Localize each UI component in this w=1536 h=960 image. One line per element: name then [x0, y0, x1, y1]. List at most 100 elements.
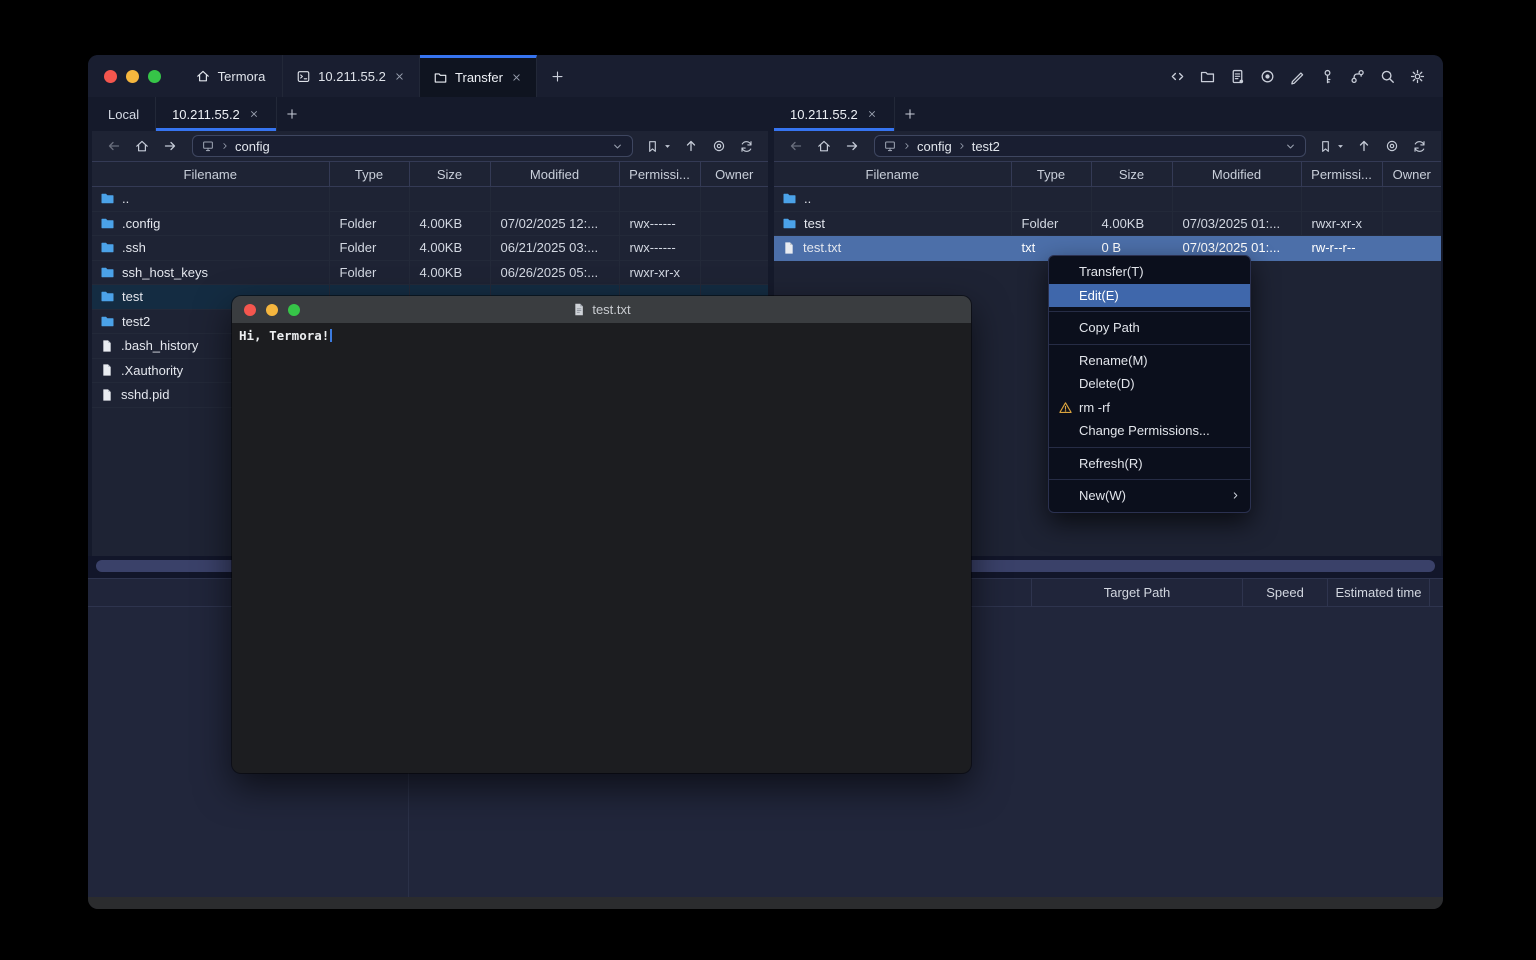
tab-remote-host[interactable]: 10.211.55.2: [774, 97, 895, 131]
tab-close-icon[interactable]: [248, 108, 260, 120]
refresh-button[interactable]: [733, 139, 760, 154]
refresh-button[interactable]: [1406, 139, 1433, 154]
show-hidden-button[interactable]: [1378, 138, 1406, 154]
folder-icon: [433, 70, 448, 85]
tab-termora[interactable]: Termora: [178, 55, 283, 97]
breadcrumb-segment[interactable]: config: [235, 139, 270, 154]
forward-button[interactable]: [156, 138, 184, 154]
column-header-size[interactable]: Size: [1091, 162, 1172, 187]
terminal-icon: [296, 69, 311, 84]
code-icon[interactable]: [1169, 68, 1186, 85]
column-header-owner[interactable]: Owner: [1382, 162, 1441, 187]
column-header-permissions[interactable]: Permissi...: [1301, 162, 1382, 187]
tab-local[interactable]: Local: [92, 97, 156, 131]
menu-separator: [1049, 344, 1250, 345]
breadcrumb-segment[interactable]: test2: [972, 139, 1000, 154]
right-file-table: Filename Type Size Modified Permissi... …: [774, 161, 1441, 261]
menu-item-new[interactable]: New(W): [1049, 484, 1250, 508]
record-icon[interactable]: [1259, 68, 1276, 85]
editor-close-button[interactable]: [244, 304, 256, 316]
path-dropdown-icon[interactable]: [1284, 140, 1297, 153]
back-button[interactable]: [782, 138, 810, 154]
menu-item-delete[interactable]: Delete(D): [1049, 372, 1250, 396]
settings-icon[interactable]: [1409, 68, 1426, 85]
tab-close-icon[interactable]: [866, 108, 878, 120]
window-close-button[interactable]: [104, 70, 117, 83]
panel-new-tab-button[interactable]: [277, 97, 307, 131]
panel-new-tab-button[interactable]: [895, 97, 925, 131]
tab-close-icon[interactable]: [393, 70, 406, 83]
file-name: test2: [122, 314, 150, 329]
menu-item-edit[interactable]: Edit(E): [1049, 284, 1250, 308]
menu-item-copy-path[interactable]: Copy Path: [1049, 316, 1250, 340]
folder-icon: [100, 216, 115, 231]
window-zoom-button[interactable]: [148, 70, 161, 83]
device-icon[interactable]: [883, 139, 897, 153]
table-row[interactable]: ..: [774, 187, 1441, 212]
column-header-filename[interactable]: Filename: [774, 162, 1011, 187]
file-name: .bash_history: [121, 338, 198, 353]
column-header-permissions[interactable]: Permissi...: [619, 162, 700, 187]
back-button[interactable]: [100, 138, 128, 154]
table-row[interactable]: .config Folder4.00KB07/02/2025 12:...rwx…: [92, 211, 768, 236]
bookmark-icon: [645, 139, 660, 154]
transfer-column-estimated-time[interactable]: Estimated time: [1327, 579, 1429, 606]
column-header-size[interactable]: Size: [409, 162, 490, 187]
menu-item-transfer[interactable]: Transfer(T): [1049, 260, 1250, 284]
table-row[interactable]: .ssh Folder4.00KB06/21/2025 03:...rwx---…: [92, 236, 768, 261]
path-dropdown-icon[interactable]: [611, 140, 624, 153]
folder-icon: [100, 191, 115, 206]
column-header-type[interactable]: Type: [329, 162, 409, 187]
column-header-type[interactable]: Type: [1011, 162, 1091, 187]
path-bar[interactable]: config test2: [874, 135, 1306, 157]
column-header-modified[interactable]: Modified: [490, 162, 619, 187]
document-icon: [572, 302, 586, 317]
column-header-modified[interactable]: Modified: [1172, 162, 1301, 187]
folder-icon: [100, 240, 115, 255]
table-row[interactable]: ssh_host_keys Folder4.00KB06/26/2025 05:…: [92, 260, 768, 285]
home-button[interactable]: [128, 138, 156, 154]
tab-close-icon[interactable]: [510, 71, 523, 84]
caret-down-icon[interactable]: [662, 141, 673, 152]
transfer-column-target-path[interactable]: Target Path: [1031, 579, 1242, 606]
window-minimize-button[interactable]: [126, 70, 139, 83]
caret-down-icon[interactable]: [1335, 141, 1346, 152]
column-header-owner[interactable]: Owner: [700, 162, 768, 187]
up-directory-button[interactable]: [1350, 138, 1378, 154]
transfer-column-speed[interactable]: Speed: [1242, 579, 1327, 606]
menu-item-change-permissions[interactable]: Change Permissions...: [1049, 419, 1250, 443]
device-icon[interactable]: [201, 139, 215, 153]
menu-item-rename[interactable]: Rename(M): [1049, 349, 1250, 373]
menu-separator: [1049, 311, 1250, 312]
tab-remote-host[interactable]: 10.211.55.2: [156, 97, 277, 131]
keychain-icon[interactable]: [1349, 68, 1366, 85]
table-row[interactable]: ..: [92, 187, 768, 212]
column-header-filename[interactable]: Filename: [92, 162, 329, 187]
table-row[interactable]: test Folder4.00KB07/03/2025 01:...rwxr-x…: [774, 211, 1441, 236]
new-tab-button[interactable]: [537, 55, 577, 97]
folder-icon[interactable]: [1199, 68, 1216, 85]
bookmark-button[interactable]: [641, 139, 677, 154]
path-bar[interactable]: config: [192, 135, 633, 157]
editor-minimize-button[interactable]: [266, 304, 278, 316]
forward-button[interactable]: [838, 138, 866, 154]
editor-zoom-button[interactable]: [288, 304, 300, 316]
bookmark-button[interactable]: [1314, 139, 1350, 154]
show-hidden-button[interactable]: [705, 138, 733, 154]
breadcrumb-segment[interactable]: config: [917, 139, 952, 154]
tab-transfer[interactable]: Transfer: [420, 55, 537, 97]
key-icon[interactable]: [1319, 68, 1336, 85]
tab-terminal-session[interactable]: 10.211.55.2: [283, 55, 420, 97]
menu-item-rm-rf[interactable]: rm -rf: [1049, 396, 1250, 420]
editor-content[interactable]: Hi, Termora!: [232, 323, 971, 348]
editor-text: Hi, Termora!: [239, 328, 329, 343]
edit-icon[interactable]: [1289, 68, 1306, 85]
menu-item-label: New(W): [1079, 488, 1126, 503]
search-icon[interactable]: [1379, 68, 1396, 85]
up-directory-button[interactable]: [677, 138, 705, 154]
home-button[interactable]: [810, 138, 838, 154]
editor-titlebar[interactable]: test.txt: [232, 296, 971, 323]
menu-item-refresh[interactable]: Refresh(R): [1049, 452, 1250, 476]
log-icon[interactable]: [1229, 68, 1246, 85]
folder-icon: [782, 216, 797, 231]
